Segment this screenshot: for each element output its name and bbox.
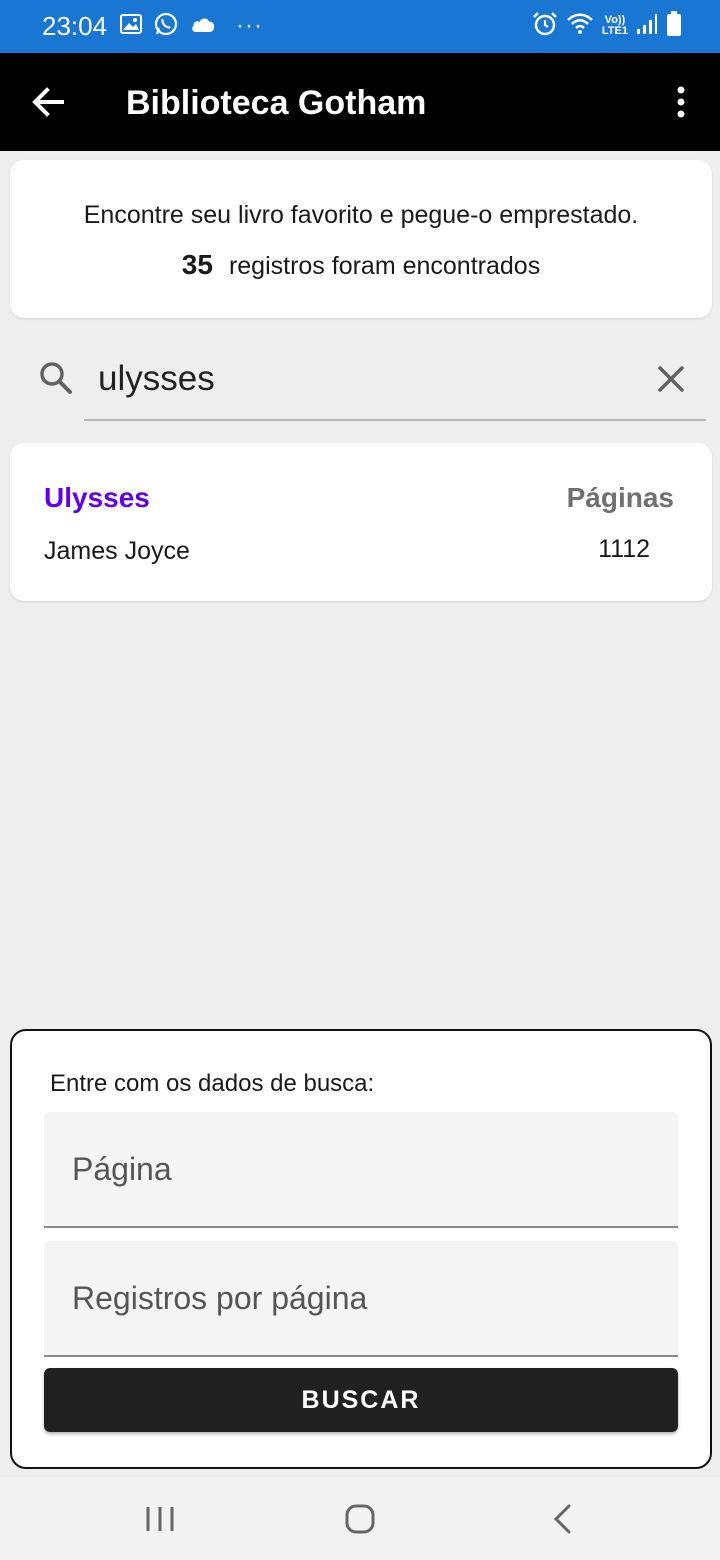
more-vert-icon[interactable]: [664, 82, 698, 122]
status-bar: 23:04 ··· Vo)) LTE1: [0, 0, 720, 53]
app-bar: Biblioteca Gotham: [0, 53, 720, 151]
arrow-left-icon[interactable]: [28, 82, 68, 122]
wifi-icon: [566, 12, 594, 41]
book-title: Ulysses: [44, 482, 150, 513]
status-time: 23:04: [42, 11, 108, 41]
page-field: [44, 1112, 678, 1228]
search-bar: [0, 340, 720, 422]
recents-icon[interactable]: [140, 1499, 180, 1539]
search-underline: [84, 419, 706, 421]
signal-icon: [636, 13, 658, 40]
records-per-page-field: [44, 1241, 678, 1357]
battery-icon: [666, 10, 682, 42]
search-icon: [38, 360, 74, 396]
gallery-icon: [120, 13, 142, 39]
record-count: 35: [181, 249, 213, 280]
page-input[interactable]: [44, 1112, 678, 1226]
sheet-title: Entre com os dados de busca:: [50, 1070, 375, 1097]
search-input[interactable]: [84, 354, 658, 404]
more-icon: ···: [236, 12, 263, 39]
info-text: Encontre seu livro favorito e pegue-o em…: [83, 201, 639, 229]
lte-label: LTE1: [601, 25, 628, 37]
records-per-page-input[interactable]: [44, 1241, 678, 1355]
close-icon[interactable]: [654, 362, 688, 396]
back-icon[interactable]: [543, 1499, 583, 1539]
home-icon[interactable]: [340, 1499, 380, 1539]
nav-bar: [0, 1477, 720, 1560]
lte-icon: Vo)) LTE1: [602, 15, 628, 37]
result-card[interactable]: Ulysses Páginas James Joyce 1112: [10, 443, 712, 601]
buscar-button[interactable]: BUSCAR: [44, 1368, 678, 1432]
record-count-row: 35 registros foram encontrados: [10, 248, 712, 283]
status-icons-right: Vo)) LTE1: [532, 10, 682, 42]
record-count-label: registros foram encontrados: [228, 252, 541, 280]
alarm-icon: [532, 11, 558, 42]
cloud-icon: [190, 15, 216, 38]
search-sheet: Entre com os dados de busca: BUSCAR: [10, 1029, 712, 1469]
page-title: Biblioteca Gotham: [126, 84, 427, 122]
status-icons-left: ···: [120, 12, 263, 41]
book-author: James Joyce: [44, 537, 190, 565]
info-card: Encontre seu livro favorito e pegue-o em…: [10, 160, 712, 318]
pages-value: 1112: [598, 535, 650, 563]
pages-label: Páginas: [566, 482, 674, 513]
whatsapp-icon: [154, 12, 178, 41]
